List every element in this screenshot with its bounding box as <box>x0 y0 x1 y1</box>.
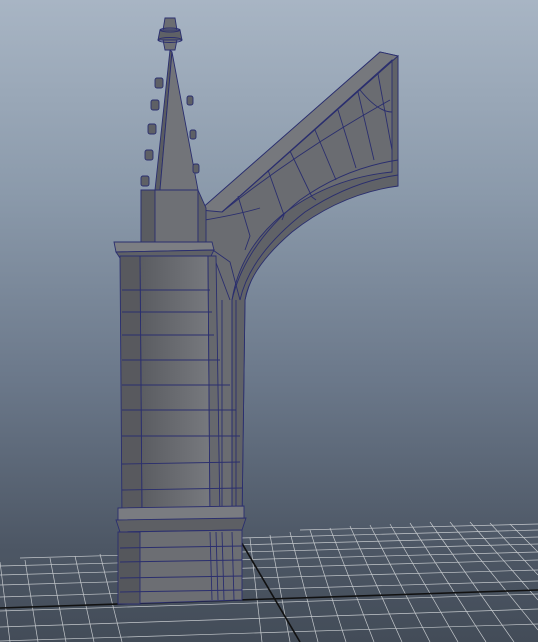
perspective-viewport[interactable] <box>0 0 538 642</box>
ground-grid <box>0 521 538 642</box>
arch-mesh[interactable] <box>197 51 399 521</box>
spire-mesh[interactable] <box>140 17 207 245</box>
scene-canvas[interactable] <box>0 0 538 642</box>
